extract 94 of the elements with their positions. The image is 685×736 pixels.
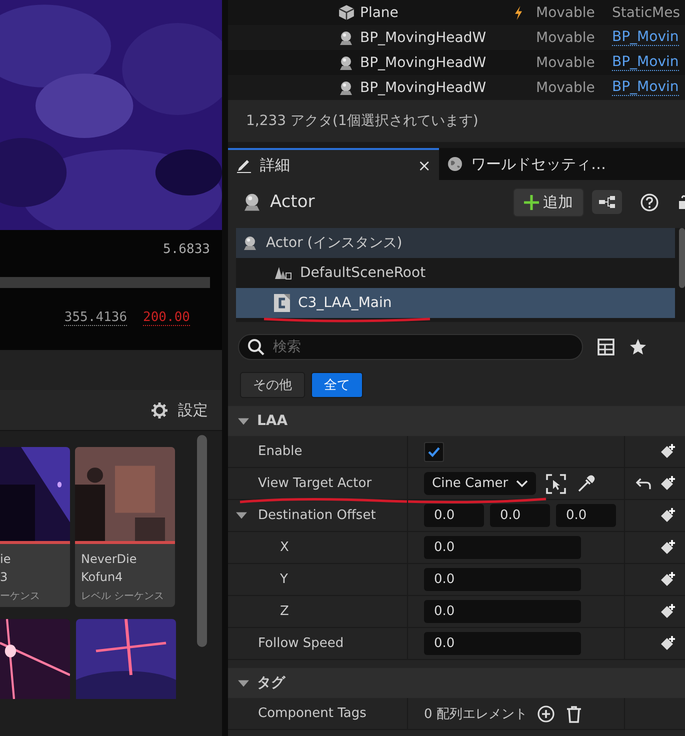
type-link[interactable]: BP_Movin bbox=[612, 79, 679, 96]
select-actor-icon[interactable] bbox=[546, 474, 566, 494]
pencil-icon bbox=[236, 157, 252, 173]
actor-count: 1,233 アクタ(1個選択されています) bbox=[246, 112, 478, 130]
property-label: View Target Actor bbox=[258, 476, 372, 491]
actor-icon bbox=[338, 30, 354, 46]
expand-arrow-icon[interactable] bbox=[236, 510, 247, 521]
mobility-label: Movable bbox=[536, 54, 596, 70]
search-field[interactable]: 検索 bbox=[238, 334, 583, 360]
number-field[interactable]: 0.0 bbox=[424, 600, 581, 623]
settings-button[interactable]: 設定 bbox=[151, 400, 208, 420]
keyframe-add-icon[interactable] bbox=[659, 442, 677, 460]
actor-name[interactable]: BP_MovingHeadW bbox=[360, 80, 500, 96]
eyedropper-icon[interactable] bbox=[576, 474, 596, 494]
checkbox[interactable] bbox=[424, 442, 444, 462]
settings-icon bbox=[151, 402, 168, 418]
actor-icon bbox=[338, 80, 354, 96]
category-header[interactable]: タグ bbox=[228, 668, 685, 698]
plus-icon bbox=[524, 194, 539, 210]
keyframe-add-icon[interactable] bbox=[659, 538, 677, 556]
reset-arrow-icon[interactable] bbox=[636, 477, 651, 490]
add-element-icon[interactable] bbox=[537, 704, 556, 722]
table-icon[interactable] bbox=[597, 338, 615, 356]
number-field[interactable]: 0.0 bbox=[424, 568, 581, 591]
category-header[interactable]: LAA bbox=[228, 406, 685, 436]
asset-tile[interactable]: NeverDie Kofun4 レベル シーケンス bbox=[75, 447, 175, 607]
actor-name[interactable]: BP_MovingHeadW bbox=[360, 54, 500, 70]
asset-name: 3 bbox=[0, 569, 8, 586]
scene-root-icon bbox=[274, 265, 292, 281]
component-icon bbox=[274, 294, 290, 312]
keyframe-add-icon[interactable] bbox=[659, 634, 677, 652]
expand-arrow-icon bbox=[238, 678, 249, 688]
actor-icon bbox=[242, 235, 258, 251]
keyframe-add-icon[interactable] bbox=[659, 474, 677, 492]
component-item[interactable]: Actor (インスタンス) bbox=[236, 228, 675, 258]
mobility-label: Movable bbox=[536, 80, 596, 96]
actor-name[interactable]: BP_MovingHeadW bbox=[360, 30, 500, 46]
time-value: 5.6833 bbox=[163, 242, 210, 257]
close-button[interactable]: × bbox=[418, 156, 431, 174]
number-field[interactable]: 0.0 bbox=[490, 504, 550, 527]
cube-icon bbox=[338, 4, 354, 21]
actor-icon bbox=[338, 54, 354, 70]
array-count: 0 配列エレメント bbox=[424, 706, 528, 722]
add-button[interactable]: 追加 bbox=[513, 188, 584, 216]
mobility-label: Movable bbox=[536, 4, 596, 20]
dropdown[interactable]: Cine Camer bbox=[424, 472, 536, 495]
number-field[interactable]: 0.0 bbox=[424, 504, 484, 527]
number-field[interactable]: 0.0 bbox=[424, 632, 581, 655]
asset-type: ーケンス bbox=[0, 590, 40, 603]
star-icon[interactable] bbox=[629, 338, 647, 356]
asset-name: NeverDie bbox=[81, 551, 137, 568]
filter-button[interactable]: 全て bbox=[311, 372, 363, 398]
component-item[interactable]: DefaultSceneRoot bbox=[236, 258, 675, 288]
scrollbar[interactable] bbox=[197, 435, 207, 647]
search-icon bbox=[247, 338, 265, 356]
scrollbar[interactable] bbox=[679, 228, 685, 288]
lock-icon[interactable] bbox=[679, 194, 685, 210]
caret-icon bbox=[516, 480, 528, 488]
property-label: Component Tags bbox=[258, 706, 366, 721]
type-label: StaticMes bbox=[612, 4, 682, 20]
asset-name: Kofun4 bbox=[81, 569, 123, 586]
number-field[interactable]: 0.0 bbox=[424, 536, 581, 559]
panel-tab[interactable]: 詳細 × bbox=[228, 148, 439, 180]
globe-icon bbox=[447, 156, 463, 172]
expand-arrow-icon bbox=[238, 416, 249, 426]
number-field[interactable]: 0.0 bbox=[556, 504, 616, 527]
keyframe-add-icon[interactable] bbox=[659, 602, 677, 620]
component-item[interactable]: C3_LAA_Main bbox=[236, 288, 675, 318]
asset-name: ie bbox=[0, 551, 11, 568]
property-label: Destination Offset bbox=[258, 508, 376, 523]
hierarchy-button[interactable] bbox=[592, 190, 622, 214]
property-label: Z bbox=[280, 604, 289, 619]
asset-type: レベル シーケンス bbox=[81, 590, 164, 603]
end-value[interactable]: 200.00 bbox=[143, 310, 190, 326]
keyframe-add-icon[interactable] bbox=[659, 506, 677, 524]
help-icon[interactable] bbox=[640, 192, 659, 212]
mobility-label: Movable bbox=[536, 30, 596, 46]
type-link[interactable]: BP_Movin bbox=[612, 29, 679, 46]
start-value[interactable]: 355.4136 bbox=[64, 310, 128, 326]
asset-tile[interactable]: ie 3 ーケンス bbox=[0, 447, 70, 607]
actor-title: Actor bbox=[270, 192, 315, 212]
property-label: X bbox=[280, 540, 289, 555]
actor-name[interactable]: Plane bbox=[360, 4, 500, 20]
checkmark-icon bbox=[427, 444, 441, 458]
property-label: Y bbox=[280, 572, 288, 587]
property-label: Enable bbox=[258, 444, 302, 459]
filter-button[interactable]: その他 bbox=[240, 372, 305, 398]
panel-tab[interactable]: ワールドセッティ… bbox=[439, 148, 650, 180]
hierarchy-icon bbox=[598, 195, 616, 209]
trash-icon[interactable] bbox=[565, 704, 584, 722]
keyframe-add-icon[interactable] bbox=[659, 570, 677, 588]
type-link[interactable]: BP_Movin bbox=[612, 54, 679, 71]
property-label: Follow Speed bbox=[258, 636, 344, 651]
actor-icon bbox=[242, 192, 262, 212]
